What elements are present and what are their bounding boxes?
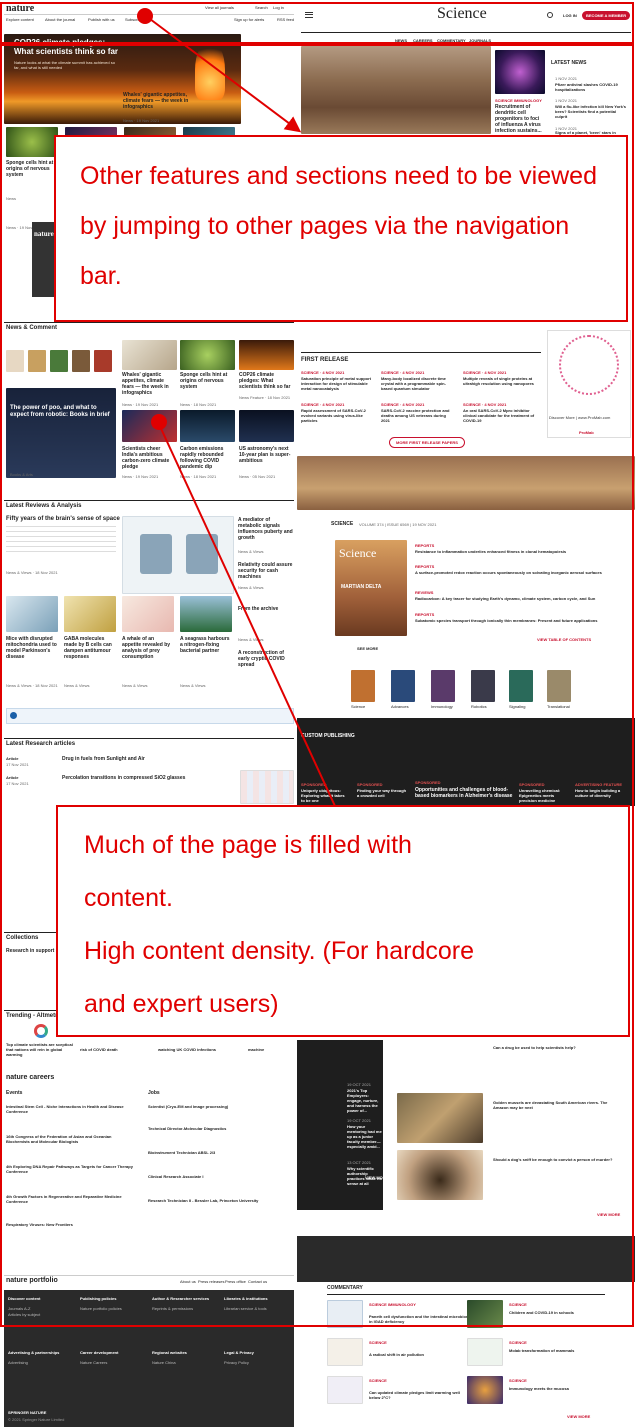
annotation-callout-top: Other features and sections need to be v… (54, 135, 628, 322)
annotation-callout-bottom-line-4: and expert users) (84, 990, 279, 1018)
arrow-bottom (157, 421, 361, 860)
annotation-callout-bottom-line-1: Much of the page is filled with (84, 831, 412, 859)
arrow-top (145, 15, 302, 133)
annotation-callout-bottom-line-2: content. (84, 884, 173, 912)
annotation-callout-bottom: Much of the page is filled with content.… (56, 805, 630, 1037)
annotation-callout-top-text: Other features and sections need to be v… (80, 162, 597, 290)
annotation-callout-bottom-line-3: High content density. (For hardcore (84, 937, 475, 965)
